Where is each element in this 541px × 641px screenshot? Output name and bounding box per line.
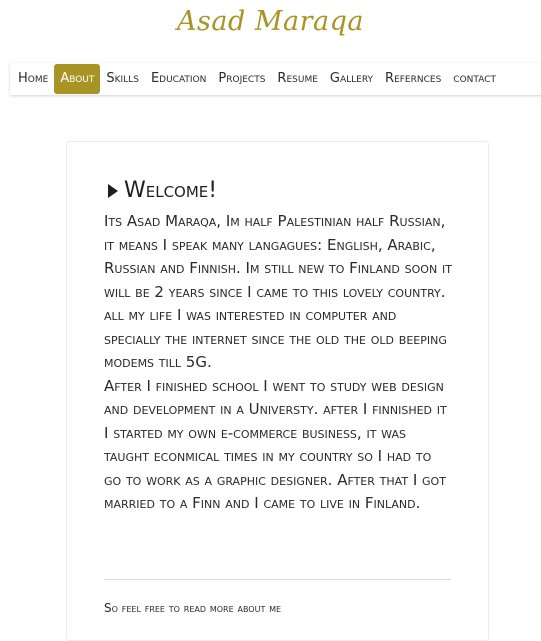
bio-paragraph-2: After I finished school I went to study …: [104, 376, 447, 513]
nav-references[interactable]: Refernces: [379, 64, 447, 94]
welcome-heading-text: Welcome!: [124, 178, 218, 203]
nav-education[interactable]: Education: [145, 64, 212, 94]
nav-contact[interactable]: contact: [447, 64, 502, 94]
bio-paragraph-1: Its Asad Maraqa, Im half Palestinian hal…: [104, 212, 452, 371]
nav-skills[interactable]: Skills: [100, 64, 145, 94]
section-divider: [104, 579, 451, 580]
welcome-heading: Welcome!: [108, 178, 217, 203]
nav-about[interactable]: About: [54, 64, 101, 94]
nav-home[interactable]: Home: [12, 64, 54, 94]
main-navbar: Home About Skills Education Projects Res…: [10, 63, 541, 95]
nav-gallery[interactable]: Gallery: [324, 64, 379, 94]
read-more-text: So feel free to read more about me: [104, 601, 282, 615]
caret-right-icon: [108, 183, 118, 198]
nav-projects[interactable]: Projects: [212, 64, 271, 94]
about-bio: Its Asad Maraqa, Im half Palestinian hal…: [104, 210, 452, 516]
site-logo[interactable]: Asad Maraqa: [0, 6, 541, 37]
nav-resume[interactable]: Resume: [271, 64, 323, 94]
